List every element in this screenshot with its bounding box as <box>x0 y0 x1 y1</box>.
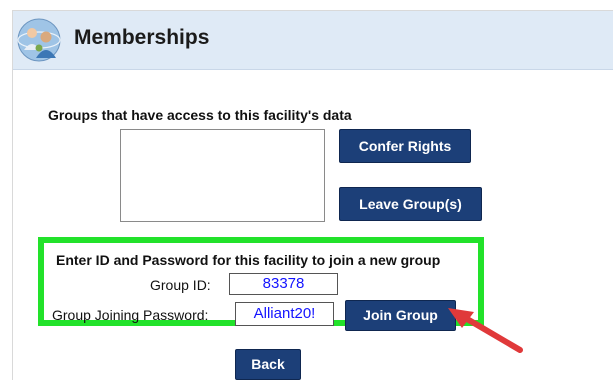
leave-groups-button[interactable]: Leave Group(s) <box>339 187 482 221</box>
pointer-arrow-icon <box>448 308 523 353</box>
join-instructions: Enter ID and Password for this facility … <box>56 252 441 268</box>
join-group-highlight-box: Enter ID and Password for this facility … <box>38 237 484 331</box>
page-header: Memberships <box>13 11 613 70</box>
confer-rights-button[interactable]: Confer Rights <box>339 129 471 163</box>
group-password-input[interactable]: Alliant20! <box>235 302 334 326</box>
group-id-label: Group ID: <box>150 277 211 293</box>
group-id-input[interactable]: 83378 <box>229 273 338 295</box>
groups-listbox[interactable] <box>120 129 325 222</box>
page-title: Memberships <box>74 26 210 49</box>
group-password-label: Group Joining Password: <box>52 307 209 323</box>
people-globe-icon <box>17 18 61 62</box>
groups-access-label: Groups that have access to this facility… <box>48 107 352 123</box>
back-button[interactable]: Back <box>235 349 301 380</box>
